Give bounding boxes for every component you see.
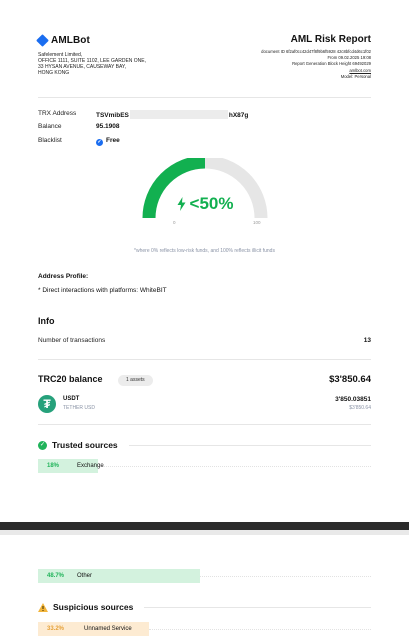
other-row-percent: 48.7% bbox=[47, 573, 65, 579]
report-page-2: 48.7% Other Suspicious sources 33.2% Unn… bbox=[0, 535, 409, 641]
transactions-label: Number of transactions bbox=[38, 337, 106, 344]
bar-track bbox=[149, 629, 371, 630]
tether-icon: ₮ bbox=[38, 395, 56, 413]
address-profile-title: Address Profile: bbox=[38, 273, 89, 280]
token-symbol: USDT bbox=[63, 396, 80, 402]
balance-label: Balance bbox=[38, 123, 62, 130]
token-name: TETHER USD bbox=[63, 405, 95, 411]
trx-address-prefix: TSVmibES bbox=[96, 112, 129, 119]
report-page-1: AMLBot Safelement Limited, OFFICE 1111, … bbox=[0, 0, 409, 522]
trusted-row-label: Exchange bbox=[77, 463, 104, 469]
check-icon: ✓ bbox=[96, 139, 103, 146]
section-rule bbox=[128, 444, 371, 446]
trusted-sources-title: Trusted sources bbox=[52, 440, 118, 450]
address-profile-item: * Direct interactions with platforms: Wh… bbox=[38, 287, 167, 294]
bar-track bbox=[200, 576, 371, 577]
gauge-max-label: 100 bbox=[253, 220, 261, 225]
header-divider bbox=[38, 97, 371, 98]
report-header: AML Risk Report document ID 6f2af0cc42d4… bbox=[261, 34, 371, 80]
other-row: 48.7% Other bbox=[38, 569, 371, 583]
suspicious-row-label: Unnamed Service bbox=[84, 626, 132, 632]
balance-divider bbox=[38, 424, 371, 425]
token-usd-value: $3'850.64 bbox=[349, 405, 371, 411]
risk-gauge: <50% bbox=[138, 155, 272, 230]
trusted-sources-header: ✓ Trusted sources bbox=[38, 440, 371, 450]
lightning-icon bbox=[177, 197, 186, 211]
blacklist-status: ✓ Free bbox=[96, 137, 120, 146]
trx-address-suffix: hX87g bbox=[228, 112, 249, 119]
brand-name: AMLBot bbox=[51, 35, 90, 46]
suspicious-row: 33.2% Unnamed Service bbox=[38, 622, 371, 636]
page-break bbox=[0, 522, 409, 535]
info-divider bbox=[38, 359, 371, 360]
blacklist-label: Blacklist bbox=[38, 137, 62, 144]
section-rule bbox=[144, 606, 371, 608]
trx-address-value: TSVmibES hX87g bbox=[96, 110, 248, 119]
suspicious-sources-header: Suspicious sources bbox=[38, 602, 371, 612]
transactions-value: 13 bbox=[363, 337, 371, 344]
brand-logo: AMLBot bbox=[36, 34, 90, 47]
company-line: HONG KONG bbox=[38, 70, 70, 76]
company-address: Safelement Limited, OFFICE 1111, SUITE 1… bbox=[38, 52, 178, 76]
token-amount: 3'850.03851 bbox=[335, 396, 371, 403]
trc20-total: $3'850.64 bbox=[329, 374, 371, 385]
other-row-label: Other bbox=[77, 573, 93, 579]
suspicious-row-percent: 33.2% bbox=[47, 626, 65, 632]
risk-score-text: <50% bbox=[189, 194, 234, 213]
gauge-min-label: 0 bbox=[173, 220, 176, 225]
balance-value: 95.1908 bbox=[96, 123, 120, 130]
risk-note: *where 0% reflects low-risk funds, and 1… bbox=[134, 248, 275, 254]
redacted-address-block bbox=[129, 110, 228, 119]
risk-score: <50% bbox=[138, 194, 272, 214]
info-title: Info bbox=[38, 316, 55, 326]
blacklist-value: Free bbox=[106, 137, 120, 144]
trusted-row: 18% Exchange bbox=[38, 459, 371, 473]
trusted-row-percent: 18% bbox=[47, 463, 60, 469]
suspicious-sources-title: Suspicious sources bbox=[53, 602, 134, 612]
check-circle-icon: ✓ bbox=[38, 440, 47, 450]
assets-badge: 1 assets bbox=[118, 375, 153, 386]
model-label: Model: Personal bbox=[340, 73, 371, 79]
bar-track bbox=[98, 466, 371, 467]
warning-icon bbox=[38, 602, 48, 612]
report-title: AML Risk Report bbox=[290, 34, 371, 45]
trx-address-label: TRX Address bbox=[38, 110, 77, 117]
amlbot-logo-icon bbox=[36, 34, 49, 47]
trc20-title: TRC20 balance bbox=[38, 374, 103, 384]
